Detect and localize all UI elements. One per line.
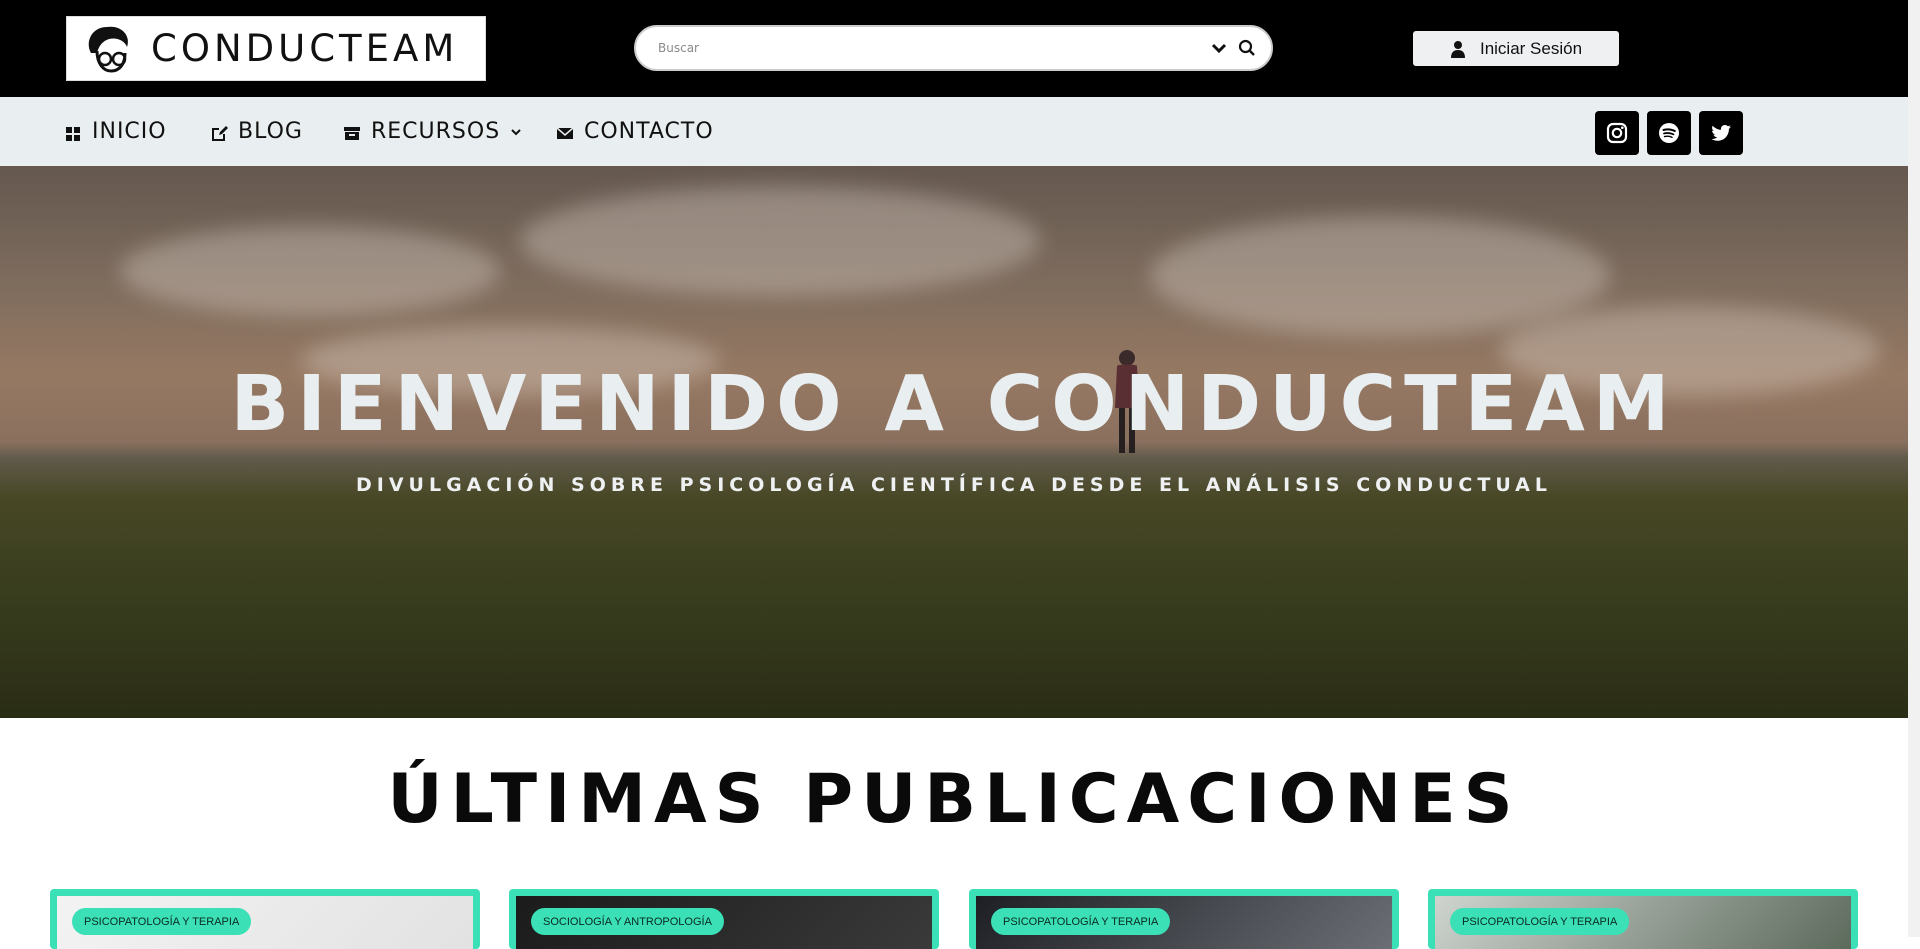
nav-item-contacto[interactable]: CONTACTO — [556, 97, 714, 166]
scrollbar[interactable] — [1908, 0, 1920, 937]
post-category-tag[interactable]: PSICOPATOLOGÍA Y TERAPIA — [72, 908, 252, 935]
edit-icon — [212, 125, 228, 141]
user-icon — [1450, 40, 1465, 58]
spotify-icon — [1659, 123, 1679, 143]
nav-label-recursos: RECURSOS — [371, 119, 501, 144]
logo-face-icon — [88, 26, 128, 73]
search-icon[interactable] — [1237, 38, 1257, 58]
hero-banner: BIENVENIDO A CONDUCTEAM DIVULGACIÓN SOBR… — [0, 166, 1908, 718]
nav-item-inicio[interactable]: INICIO — [64, 97, 167, 166]
nav-item-blog[interactable]: BLOG — [210, 97, 303, 166]
archive-icon — [344, 126, 360, 140]
logo-text: CONDUCTEAM — [151, 27, 459, 70]
hero-title: BIENVENIDO A CONDUCTEAM — [230, 360, 1678, 449]
envelope-icon — [556, 126, 574, 139]
top-header: CONDUCTEAM Iniciar Sesión — [0, 0, 1908, 97]
post-category-tag[interactable]: PSICOPATOLOGÍA Y TERAPIA — [991, 908, 1171, 935]
post-card[interactable]: PSICOPATOLOGÍA Y TERAPIA — [50, 889, 480, 949]
search-input[interactable] — [658, 41, 1209, 55]
spotify-button[interactable] — [1647, 111, 1691, 155]
post-category-tag[interactable]: PSICOPATOLOGÍA Y TERAPIA — [1450, 908, 1630, 935]
chevron-down-icon[interactable] — [1209, 38, 1229, 58]
chevron-down-icon — [511, 128, 521, 135]
twitter-button[interactable] — [1699, 111, 1743, 155]
login-label: Iniciar Sesión — [1479, 38, 1583, 58]
grid-icon — [66, 126, 80, 141]
site-logo[interactable]: CONDUCTEAM — [66, 16, 486, 81]
post-card[interactable]: SOCIOLOGÍA Y ANTROPOLOGÍA — [509, 889, 939, 949]
hero-subtitle: DIVULGACIÓN SOBRE PSICOLOGÍA CIENTÍFICA … — [356, 474, 1552, 496]
latest-posts-title: ÚLTIMAS PUBLICACIONES — [387, 760, 1521, 839]
twitter-icon — [1711, 125, 1731, 141]
nav-label-contacto: CONTACTO — [584, 119, 714, 144]
nav-label-inicio: INICIO — [92, 119, 167, 144]
post-category-tag[interactable]: SOCIOLOGÍA Y ANTROPOLOGÍA — [531, 908, 724, 935]
nav-item-recursos[interactable]: RECURSOS — [343, 97, 522, 166]
login-button[interactable]: Iniciar Sesión — [1413, 31, 1619, 66]
instagram-button[interactable] — [1595, 111, 1639, 155]
post-card[interactable]: PSICOPATOLOGÍA Y TERAPIA — [1428, 889, 1858, 949]
post-card[interactable]: PSICOPATOLOGÍA Y TERAPIA — [969, 889, 1399, 949]
instagram-icon — [1606, 122, 1628, 144]
nav-label-blog: BLOG — [238, 119, 303, 144]
search-bar[interactable] — [634, 25, 1273, 71]
